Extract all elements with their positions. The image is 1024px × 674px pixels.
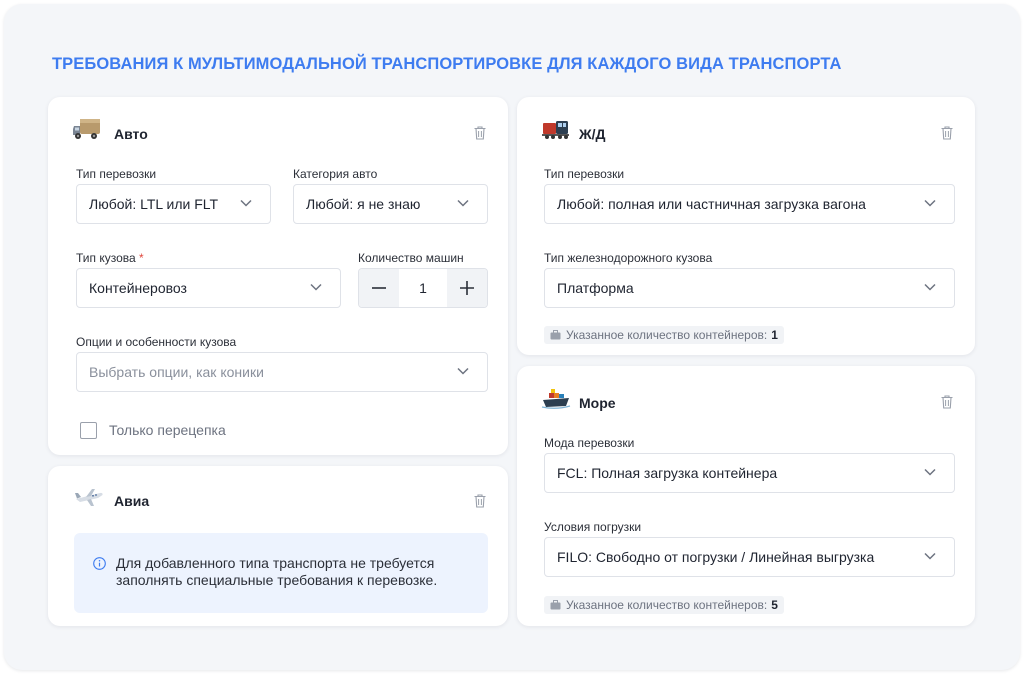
auto-category-select[interactable]: Любой: я не знаю <box>293 184 488 224</box>
plus-icon <box>460 281 474 295</box>
body-options-label: Опции и особенности кузова <box>76 335 237 349</box>
auto-card-title: Авто <box>114 126 148 142</box>
auto-category-value: Любой: я не знаю <box>306 196 421 212</box>
auto-category-label: Категория авто <box>293 167 378 181</box>
rail-card-title: Ж/Д <box>579 126 606 142</box>
loading-terms-select[interactable]: FILO: Свободно от погрузки / Линейная вы… <box>544 537 955 577</box>
body-type-value: Контейнеровоз <box>89 280 187 296</box>
delete-rail-trash-icon[interactable] <box>940 125 954 141</box>
sea-mode-label: Мода перевозки <box>544 436 635 450</box>
chevron-down-icon <box>924 199 936 207</box>
air-card-title: Авиа <box>114 493 150 509</box>
air-card: Авиа Для добавленного типа транспорта не… <box>48 466 508 626</box>
sea-containers-value: 5 <box>771 598 778 612</box>
sea-containers-chip: Указанное количество контейнеров: 5 <box>544 596 784 614</box>
airplane-icon <box>75 489 103 506</box>
requirements-panel: ТРЕБОВАНИЯ К МУЛЬТИМОДАЛЬНОЙ ТРАНСПОРТИР… <box>4 4 1020 670</box>
ship-icon <box>541 389 571 409</box>
vehicle-count-stepper: 1 <box>358 268 488 308</box>
info-icon <box>93 557 106 570</box>
sea-containers-label: Указанное количество контейнеров: <box>566 598 768 612</box>
sea-card-title: Море <box>579 395 616 411</box>
train-icon <box>542 121 569 139</box>
chevron-down-icon <box>924 552 936 560</box>
transport-type-value: Любой: LTL или FLT <box>89 196 219 212</box>
transport-type-select[interactable]: Любой: LTL или FLT <box>76 184 271 224</box>
vehicle-count-value[interactable]: 1 <box>399 280 447 296</box>
auto-card: Авто Тип перевозки Любой: LTL или FLT Ка… <box>48 97 508 455</box>
briefcase-icon <box>550 330 561 340</box>
rail-transport-type-label: Тип перевозки <box>544 167 625 181</box>
body-options-placeholder: Выбрать опции, как коники <box>89 364 264 380</box>
chevron-down-icon <box>240 199 252 207</box>
sea-card: Море Мода перевозки FCL: Полная загрузка… <box>517 366 975 626</box>
loading-terms-label: Условия погрузки <box>544 520 642 534</box>
rail-body-type-select[interactable]: Платформа <box>544 268 955 308</box>
page-title: ТРЕБОВАНИЯ К МУЛЬТИМОДАЛЬНОЙ ТРАНСПОРТИР… <box>52 55 842 73</box>
chevron-down-icon <box>457 367 469 375</box>
trailer-only-label[interactable]: Только перецепка <box>109 422 226 438</box>
decrement-button[interactable] <box>359 269 399 307</box>
rail-card: Ж/Д Тип перевозки Любой: полная или част… <box>517 97 975 355</box>
delete-air-trash-icon[interactable] <box>473 493 487 509</box>
delete-auto-trash-icon[interactable] <box>473 125 487 141</box>
chevron-down-icon <box>457 199 469 207</box>
sea-mode-select[interactable]: FCL: Полная загрузка контейнера <box>544 453 955 493</box>
rail-containers-chip: Указанное количество контейнеров: 1 <box>544 326 784 344</box>
chevron-down-icon <box>924 283 936 291</box>
rail-transport-type-select[interactable]: Любой: полная или частничная загрузка ва… <box>544 184 955 224</box>
chevron-down-icon <box>310 283 322 291</box>
sea-mode-value: FCL: Полная загрузка контейнера <box>557 465 778 481</box>
rail-body-type-label: Тип железнодорожного кузова <box>544 251 713 265</box>
info-box: Для добавленного типа транспорта не треб… <box>74 533 488 613</box>
required-mark: * <box>139 251 144 265</box>
briefcase-icon <box>550 600 561 610</box>
transport-type-label: Тип перевозки <box>76 167 157 181</box>
rail-containers-label: Указанное количество контейнеров: <box>566 328 768 342</box>
loading-terms-value: FILO: Свободно от погрузки / Линейная вы… <box>557 549 875 565</box>
rail-transport-type-value: Любой: полная или частничная загрузка ва… <box>557 196 866 212</box>
chevron-down-icon <box>924 468 936 476</box>
increment-button[interactable] <box>447 269 487 307</box>
body-options-select[interactable]: Выбрать опции, как коники <box>76 352 488 392</box>
rail-body-type-value: Платформа <box>557 280 634 296</box>
rail-containers-value: 1 <box>771 328 778 342</box>
body-type-select[interactable]: Контейнеровоз <box>76 268 341 308</box>
minus-icon <box>372 287 386 289</box>
info-text: Для добавленного типа транспорта не треб… <box>116 555 438 588</box>
body-type-label: Тип кузова * <box>76 251 144 265</box>
truck-icon <box>73 119 100 139</box>
body-type-label-text: Тип кузова <box>76 251 136 265</box>
vehicle-count-label: Количество машин <box>358 251 464 265</box>
delete-sea-trash-icon[interactable] <box>940 394 954 410</box>
trailer-only-checkbox[interactable] <box>80 422 97 439</box>
